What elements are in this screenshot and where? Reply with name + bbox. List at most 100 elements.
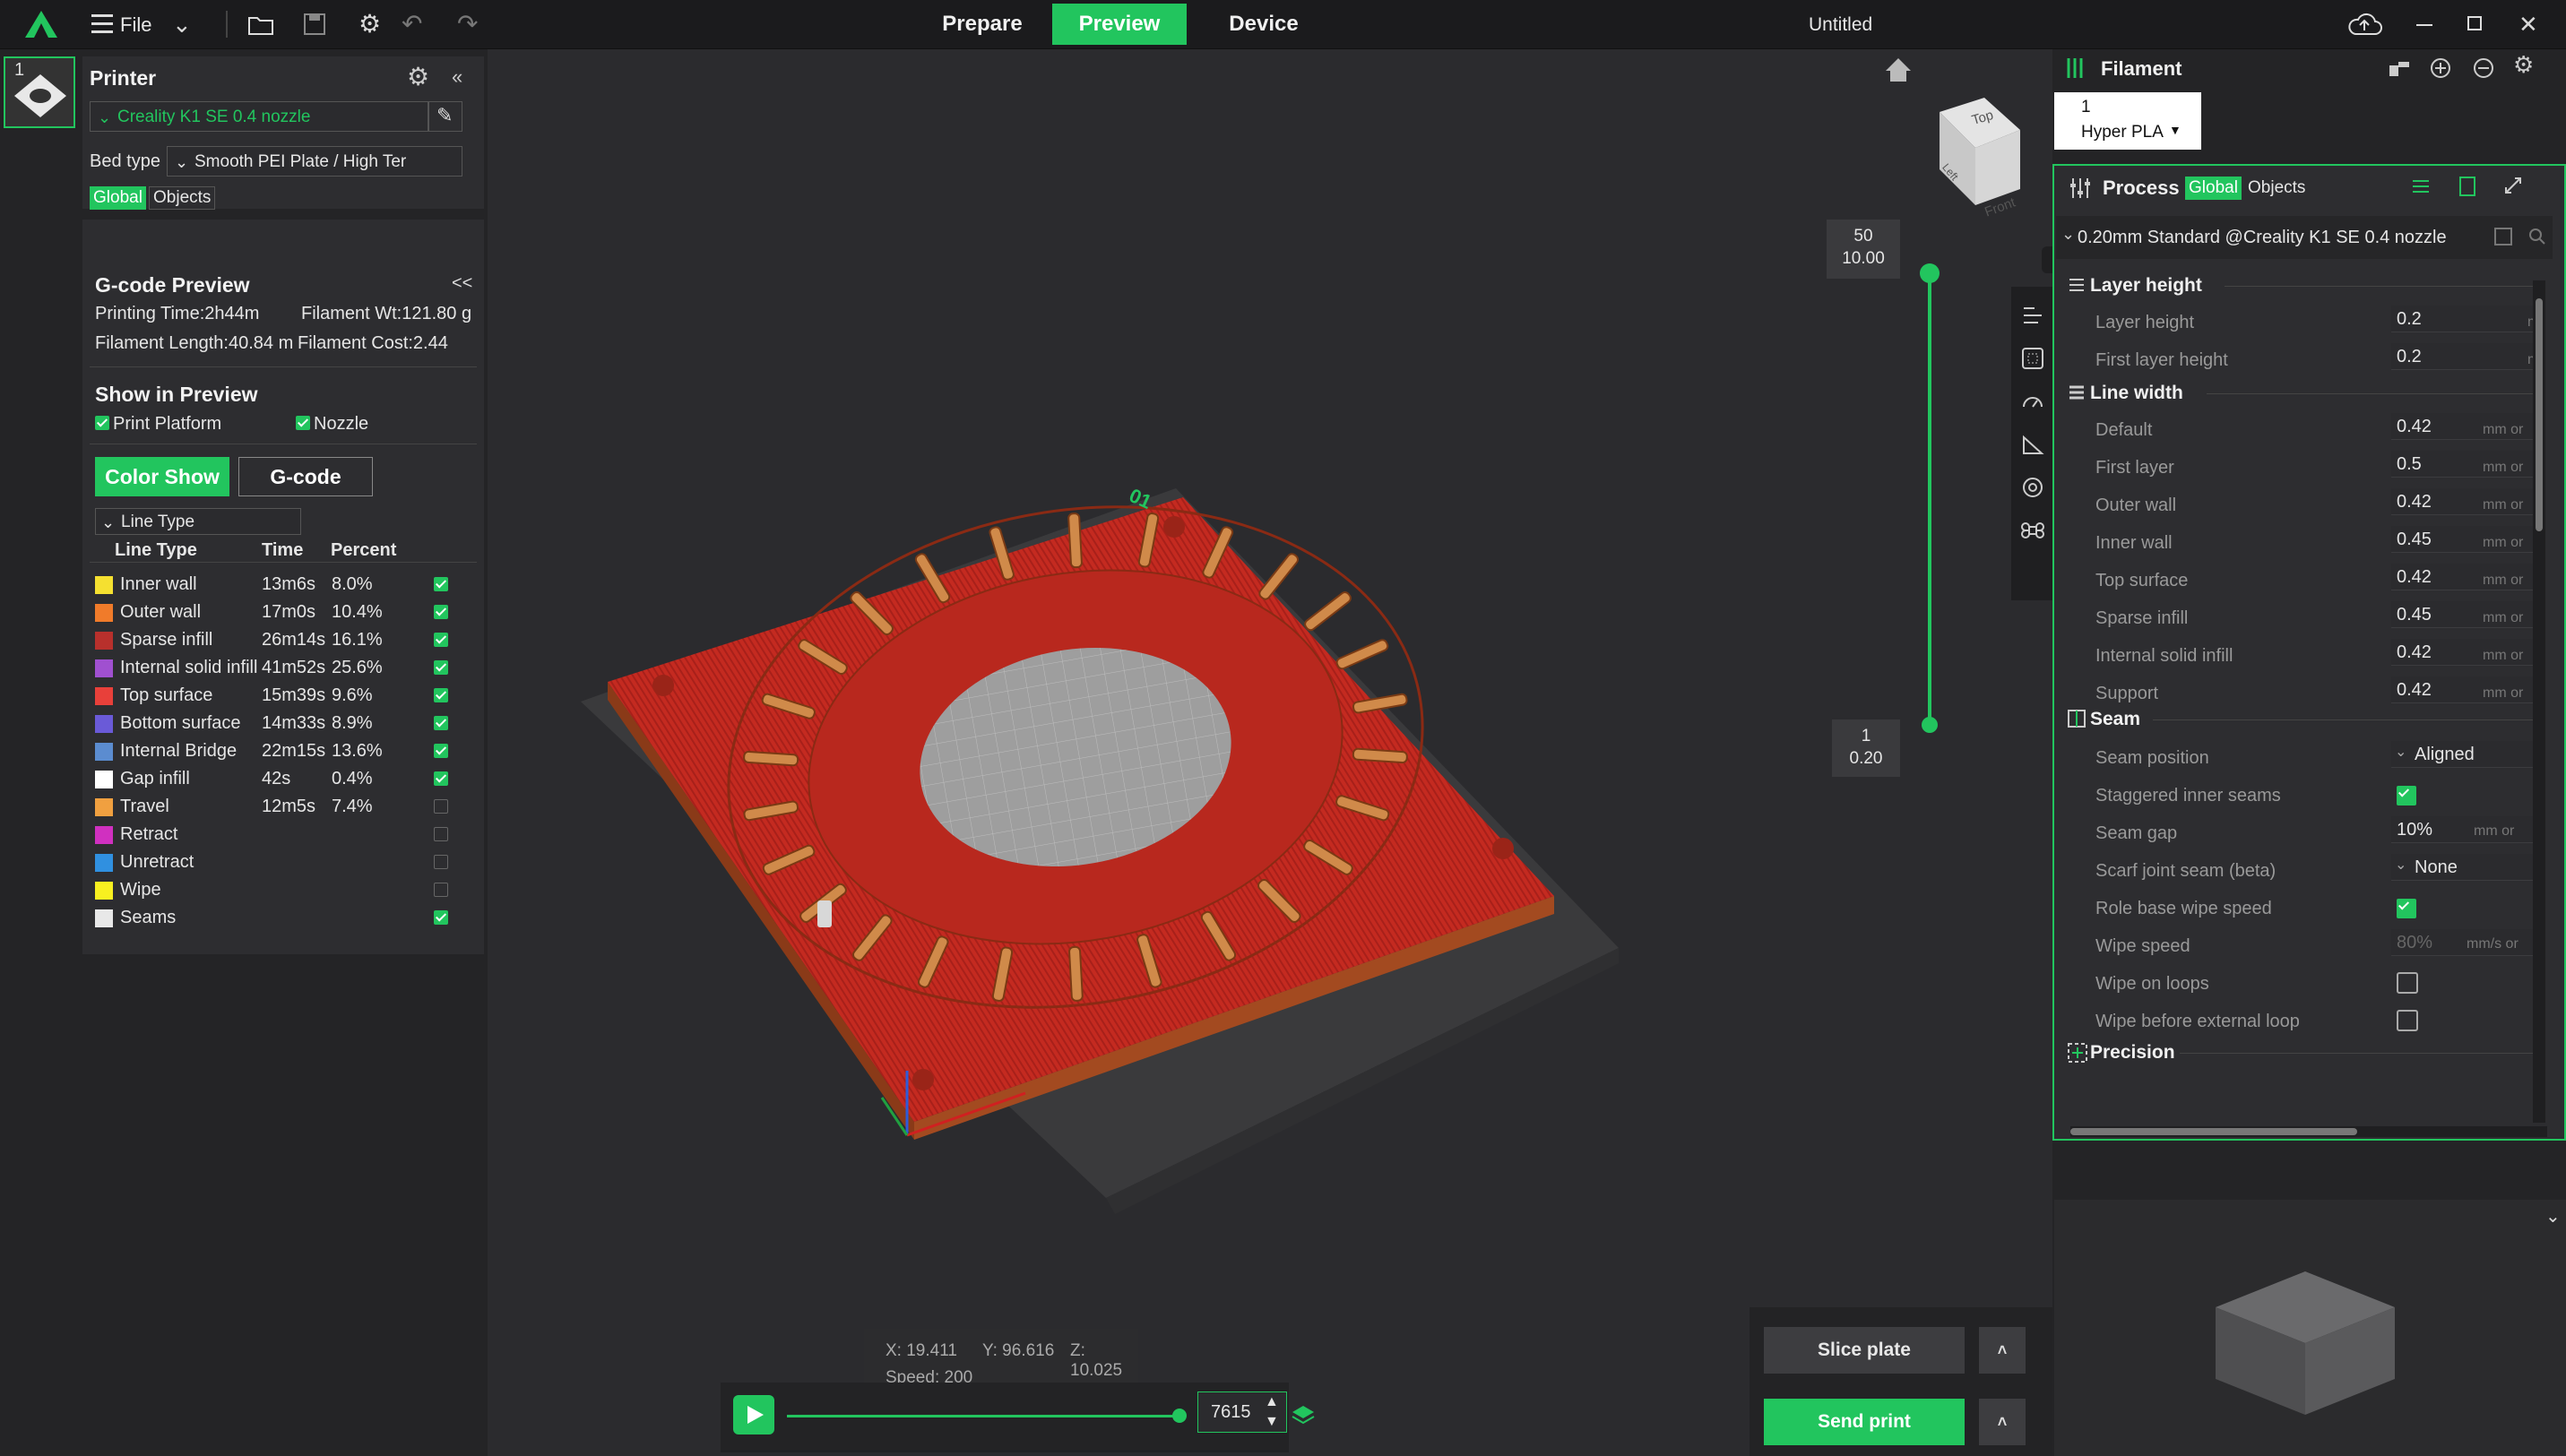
plate-thumbnail[interactable]: 1 xyxy=(4,56,75,128)
seam-gap-input[interactable]: 10% mm or xyxy=(2391,816,2535,843)
process-list-icon[interactable] xyxy=(2409,175,2432,198)
gcode-collapse-button[interactable]: << xyxy=(452,273,472,294)
slice-options-chevron-icon[interactable]: ˄ xyxy=(1979,1327,2026,1374)
line-type-checkbox[interactable] xyxy=(434,660,448,675)
printer-settings-icon[interactable]: ⚙ xyxy=(407,62,429,91)
align-icon[interactable] xyxy=(2020,303,2045,328)
collapse-icon[interactable]: « xyxy=(452,65,462,89)
undo-icon[interactable]: ↶ xyxy=(402,0,422,48)
horizontal-scrollbar-thumb[interactable] xyxy=(2070,1128,2357,1135)
line-type-checkbox[interactable] xyxy=(434,799,448,814)
wipe-before-checkbox[interactable] xyxy=(2397,1010,2418,1031)
move-value-input[interactable]: 7615 ▲ ▼ xyxy=(1197,1391,1287,1433)
wipe-loops-checkbox[interactable] xyxy=(2397,972,2418,994)
line-type-checkbox[interactable] xyxy=(434,605,448,619)
chevron-down-icon[interactable]: ⌄ xyxy=(172,0,192,48)
speedometer-icon[interactable] xyxy=(2020,389,2045,414)
bed-type-select[interactable]: ⌄ Smooth PEI Plate / High Ter xyxy=(167,146,462,177)
edit-printer-button[interactable]: ✎ xyxy=(428,101,462,132)
file-menu[interactable]: File xyxy=(120,13,151,37)
close-icon[interactable]: ✕ xyxy=(2518,0,2538,48)
process-page-icon[interactable] xyxy=(2456,175,2479,198)
filament-settings-icon[interactable]: ⚙ xyxy=(2513,51,2534,79)
line-type-checkbox[interactable] xyxy=(434,688,448,702)
view-cube[interactable]: Top Left Front xyxy=(1886,94,2020,255)
setting-input[interactable]: 0.5 mm or xyxy=(2391,451,2535,478)
layer-slider-top-handle[interactable] xyxy=(1920,263,1940,283)
measure-icon[interactable] xyxy=(2020,432,2045,457)
add-filament-icon[interactable] xyxy=(2429,56,2452,80)
vertical-scrollbar[interactable] xyxy=(2533,280,2545,1123)
setting-input[interactable]: 0.42 mm or xyxy=(2391,413,2535,440)
setting-input[interactable]: 0.2m xyxy=(2391,306,2539,332)
setting-input[interactable]: 0.2m xyxy=(2391,343,2539,370)
open-folder-icon[interactable] xyxy=(247,13,274,36)
line-type-checkbox[interactable] xyxy=(434,633,448,647)
3d-viewport[interactable]: 01 Top Left Front 50 10.00 1 0.20 X: 19.… xyxy=(488,49,2052,1456)
setting-input[interactable]: 0.42 mm or xyxy=(2391,488,2535,515)
minimize-icon[interactable] xyxy=(2416,24,2432,26)
staggered-seams-checkbox[interactable] xyxy=(2397,786,2416,806)
spray-icon[interactable] xyxy=(2386,56,2411,80)
remove-filament-icon[interactable] xyxy=(2472,56,2495,80)
cloud-upload-icon[interactable] xyxy=(2346,11,2382,38)
toolbar-expand-tab[interactable] xyxy=(2042,246,2052,273)
tab-preview[interactable]: Preview xyxy=(1052,4,1187,45)
line-type-select[interactable]: ⌄ Line Type xyxy=(95,508,301,535)
assembly-icon[interactable] xyxy=(2020,475,2045,500)
command-icon[interactable] xyxy=(2020,518,2045,543)
filament-dropdown-icon[interactable]: ▼ xyxy=(2169,123,2182,137)
grid-select-icon[interactable] xyxy=(2020,346,2045,371)
line-type-checkbox[interactable] xyxy=(434,883,448,897)
nozzle-checkbox[interactable] xyxy=(296,416,310,430)
line-type-checkbox[interactable] xyxy=(434,855,448,869)
send-options-chevron-icon[interactable]: ˄ xyxy=(1979,1399,2026,1445)
layers-icon[interactable] xyxy=(1291,1404,1316,1429)
tab-device[interactable]: Device xyxy=(1208,4,1319,45)
setting-input[interactable]: 0.45 mm or xyxy=(2391,526,2535,553)
play-button[interactable] xyxy=(733,1395,774,1434)
move-slider-track[interactable] xyxy=(787,1415,1179,1417)
filament-slot[interactable]: 1 Hyper PLA ▼ xyxy=(2054,92,2201,150)
layer-slider-bottom-handle[interactable] xyxy=(1922,717,1938,733)
print-platform-checkbox[interactable] xyxy=(95,416,109,430)
line-type-checkbox[interactable] xyxy=(434,716,448,730)
setting-input[interactable]: 0.45 mm or xyxy=(2391,601,2535,628)
process-global-toggle[interactable]: Global xyxy=(2185,177,2242,200)
horizontal-scrollbar[interactable] xyxy=(2070,1126,2547,1137)
redo-icon[interactable]: ↷ xyxy=(457,0,478,48)
layer-slider-track[interactable] xyxy=(1928,269,1931,726)
save-icon[interactable] xyxy=(303,13,326,36)
setting-input[interactable]: 0.42 mm or xyxy=(2391,676,2535,703)
setting-input[interactable]: 0.42 mm or xyxy=(2391,639,2535,666)
color-show-button[interactable]: Color Show xyxy=(95,457,229,496)
save-preset-icon[interactable] xyxy=(2493,227,2513,246)
setting-input[interactable]: 0.42 mm or xyxy=(2391,564,2535,590)
stepper-icon[interactable]: ▲ ▼ xyxy=(1265,1392,1279,1432)
search-icon[interactable] xyxy=(2527,227,2547,246)
printer-select[interactable]: ⌄ Creality K1 SE 0.4 nozzle xyxy=(90,101,428,132)
maximize-icon[interactable] xyxy=(2467,16,2482,30)
preset-select[interactable]: ⌄ 0.20mm Standard @Creality K1 SE 0.4 no… xyxy=(2056,216,2553,259)
tab-prepare[interactable]: Prepare xyxy=(927,4,1038,45)
gear-icon[interactable]: ⚙ xyxy=(359,0,381,48)
line-type-checkbox[interactable] xyxy=(434,771,448,786)
process-objects-toggle[interactable]: Objects xyxy=(2248,178,2305,198)
role-wipe-checkbox[interactable] xyxy=(2397,899,2416,918)
menu-icon[interactable] xyxy=(91,11,115,38)
line-type-checkbox[interactable] xyxy=(434,910,448,925)
compare-icon[interactable] xyxy=(2502,175,2526,198)
expand-chevron-icon[interactable]: ⌄ xyxy=(2545,1205,2561,1228)
seam-position-select[interactable]: ⌄ Aligned xyxy=(2391,741,2535,768)
wipe-speed-input[interactable]: 80% mm/s or xyxy=(2391,929,2535,956)
objects-toggle[interactable]: Objects xyxy=(149,186,216,210)
scarf-joint-select[interactable]: ⌄ None xyxy=(2391,854,2535,881)
send-print-button[interactable]: Send print xyxy=(1764,1399,1965,1445)
slice-plate-button[interactable]: Slice plate xyxy=(1764,1327,1965,1374)
vertical-scrollbar-thumb[interactable] xyxy=(2536,298,2543,531)
line-type-checkbox[interactable] xyxy=(434,744,448,758)
global-toggle[interactable]: Global xyxy=(90,186,146,210)
line-type-checkbox[interactable] xyxy=(434,577,448,591)
move-slider-handle[interactable] xyxy=(1172,1409,1187,1423)
home-icon[interactable] xyxy=(1884,56,1913,83)
